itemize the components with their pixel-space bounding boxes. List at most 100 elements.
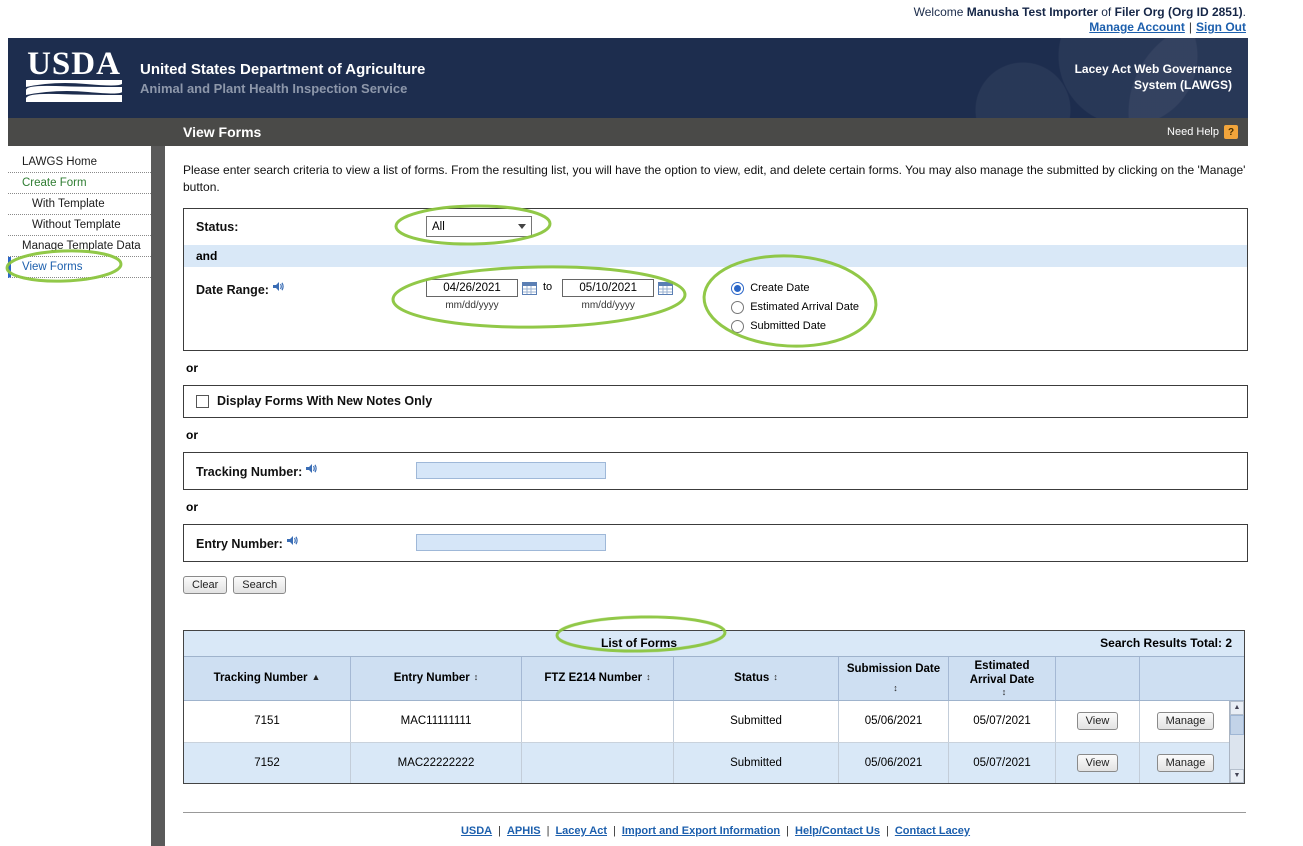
footer-link-lacey-act[interactable]: Lacey Act [555, 825, 607, 837]
sidebar-item-manage-template-data[interactable]: Manage Template Data [8, 236, 151, 257]
sidebar-item-create-form[interactable]: Create Form [8, 173, 151, 194]
new-notes-label: Display Forms With New Notes Only [217, 394, 432, 408]
department-name: United States Department of Agriculture [140, 61, 425, 78]
chevron-down-icon [518, 224, 526, 229]
status-row: Status: All [184, 209, 1247, 245]
date-from-hint: mm/dd/yyyy [426, 300, 518, 311]
entry-label-col: Entry Number: [196, 533, 416, 553]
date-controls: mm/dd/yyyy to mm/dd/yyyy [426, 279, 673, 336]
sidebar-item-with-template[interactable]: With Template [8, 194, 151, 215]
welcome-line: Welcome Manusha Test Importer of Filer O… [10, 5, 1246, 20]
estimated-arrival-date-radio-label: Estimated Arrival Date [750, 301, 859, 313]
calendar-icon[interactable] [522, 281, 537, 295]
welcome-org: Filer Org (Org ID 2851) [1115, 5, 1243, 19]
footer-link-import-export[interactable]: Import and Export Information [622, 825, 780, 837]
status-select[interactable]: All [426, 216, 532, 237]
welcome-connector: of [1101, 5, 1111, 19]
sort-icon: ↕ [474, 672, 479, 683]
scrollbar-track[interactable] [1230, 735, 1244, 769]
app-header: USDA United States Department of Agricul… [8, 38, 1248, 118]
sort-asc-icon: ▲ [312, 672, 321, 683]
audio-help-icon[interactable] [272, 279, 284, 296]
col-header-estimated-arrival-date[interactable]: Estimated Arrival Date↕ [948, 657, 1055, 700]
footer-link-usda[interactable]: USDA [461, 825, 492, 837]
sidebar-item-without-template[interactable]: Without Template [8, 215, 151, 236]
and-row: and [184, 245, 1247, 267]
sidebar-item-view-forms[interactable]: View Forms [8, 257, 151, 278]
radio-row-submitted-date: Submitted Date [731, 317, 859, 336]
sidebar: LAWGS Home Create Form With Template Wit… [8, 146, 151, 846]
view-button[interactable]: View [1077, 712, 1119, 730]
form-actions: Clear Search [183, 576, 1248, 594]
col-header-ftz-e214-number[interactable]: FTZ E214 Number↕ [521, 657, 673, 700]
results-title-bar: List of Forms Search Results Total: 2 [184, 631, 1244, 657]
manage-account-link[interactable]: Manage Account [1089, 20, 1185, 34]
entry-number-label: Entry Number: [196, 537, 283, 551]
new-notes-box: Display Forms With New Notes Only [183, 385, 1248, 418]
footer-separator: | [541, 825, 556, 837]
scroll-down-icon[interactable]: ▼ [1230, 769, 1244, 783]
col-label: FTZ E214 Number [544, 671, 642, 685]
welcome-bar: Welcome Manusha Test Importer of Filer O… [8, 0, 1248, 38]
search-button[interactable]: Search [233, 576, 286, 594]
sort-icon: ↕ [773, 672, 778, 683]
manage-button[interactable]: Manage [1157, 712, 1215, 730]
cell-ftz-number [521, 701, 673, 742]
need-help[interactable]: Need Help ? [1167, 125, 1248, 139]
col-header-status[interactable]: Status↕ [673, 657, 838, 700]
page-title: View Forms [8, 124, 261, 140]
scrollbar-thumb[interactable] [1230, 715, 1244, 735]
cell-entry-number: MAC22222222 [350, 743, 521, 783]
submitted-date-radio[interactable] [731, 320, 744, 333]
date-to-input[interactable] [562, 279, 654, 297]
or-label-1: or [186, 361, 1248, 375]
submitted-date-radio-label: Submitted Date [750, 320, 826, 332]
new-notes-checkbox[interactable] [196, 395, 209, 408]
calendar-icon[interactable] [658, 281, 673, 295]
help-icon[interactable]: ? [1224, 125, 1238, 139]
footer-separator: | [880, 825, 895, 837]
col-header-entry-number[interactable]: Entry Number ↕ [350, 657, 521, 700]
date-to-stack: mm/dd/yyyy [562, 279, 673, 311]
account-links: Manage Account|Sign Out [10, 20, 1246, 35]
view-button[interactable]: View [1077, 754, 1119, 772]
tracking-number-input[interactable] [416, 462, 606, 479]
col-header-tracking-number[interactable]: ▲Tracking Number▲ [184, 657, 350, 700]
status-selected-value: All [432, 221, 445, 233]
footer-link-aphis[interactable]: APHIS [507, 825, 541, 837]
sidebar-item-lawgs-home[interactable]: LAWGS Home [8, 152, 151, 173]
footer-link-contact-lacey[interactable]: Contact Lacey [895, 825, 970, 837]
date-from-input[interactable] [426, 279, 518, 297]
col-label: Entry Number [394, 671, 470, 685]
search-criteria-box: Status: All and Date Range: [183, 208, 1248, 351]
app-name: Lacey Act Web Governance System (LAWGS) [1075, 62, 1232, 93]
cell-submission-date: 05/06/2021 [838, 743, 948, 783]
col-header-manage [1139, 657, 1231, 700]
or-label-2: or [186, 428, 1248, 442]
footer-link-help-contact[interactable]: Help/Contact Us [795, 825, 880, 837]
audio-help-icon[interactable] [305, 461, 317, 478]
create-date-radio[interactable] [731, 282, 744, 295]
manage-button[interactable]: Manage [1157, 754, 1215, 772]
welcome-greeting: Welcome [914, 5, 964, 19]
sidebar-divider [151, 146, 165, 846]
estimated-arrival-date-radio[interactable] [731, 301, 744, 314]
date-range-label: Date Range: [196, 283, 269, 297]
date-to-hint: mm/dd/yyyy [562, 300, 654, 311]
col-header-submission-date[interactable]: Submission Date↕ [838, 657, 948, 700]
entry-number-input[interactable] [416, 534, 606, 551]
table-row: 7152 MAC22222222 Submitted 05/06/2021 05… [184, 742, 1244, 783]
radio-row-create-date: Create Date [731, 279, 859, 298]
app-name-line2: System (LAWGS) [1075, 78, 1232, 94]
scroll-up-icon[interactable]: ▲ [1230, 701, 1244, 715]
search-results-total: Search Results Total: 2 [1094, 636, 1244, 650]
sign-out-link[interactable]: Sign Out [1196, 20, 1246, 34]
welcome-user: Manusha Test Importer [967, 5, 1098, 19]
page: Welcome Manusha Test Importer of Filer O… [0, 0, 1303, 846]
tracking-label-col: Tracking Number: [196, 461, 416, 481]
table-scrollbar[interactable]: ▲ ▼ [1229, 701, 1244, 783]
footer-links: USDA|APHIS|Lacey Act|Import and Export I… [183, 813, 1248, 846]
audio-help-icon[interactable] [286, 533, 298, 550]
date-range-row: Date Range: mm/dd/yyyy to [184, 267, 1247, 350]
clear-button[interactable]: Clear [183, 576, 227, 594]
